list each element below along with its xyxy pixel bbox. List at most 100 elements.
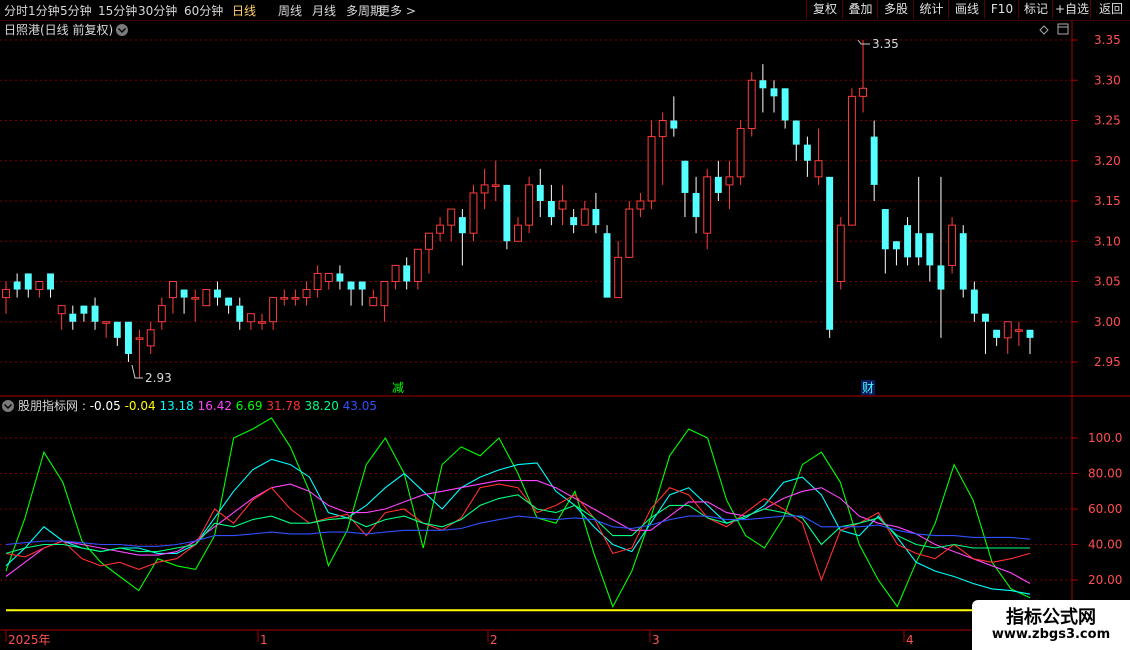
indicator-dropdown-icon[interactable] — [2, 400, 14, 412]
candle — [547, 184, 555, 226]
period-tab-6[interactable]: 日线 — [232, 2, 256, 19]
candle — [57, 305, 66, 330]
candlestick-series — [2, 40, 1034, 379]
candle — [324, 272, 333, 290]
period-tab-3[interactable]: 15分钟 — [98, 2, 137, 19]
toolbar-button-7[interactable]: +自选 — [1052, 0, 1091, 19]
candle — [870, 120, 878, 201]
indicator-series-line — [5, 458, 1031, 595]
toolbar-button-5[interactable]: F10 — [984, 0, 1019, 19]
period-tab-4[interactable]: 30分钟 — [138, 2, 177, 19]
candle — [770, 80, 778, 113]
watermark-title: 指标公式网 — [1006, 607, 1096, 628]
candle — [425, 232, 433, 274]
svg-text:减: 减 — [392, 381, 404, 395]
candle — [803, 136, 811, 177]
candle — [603, 225, 611, 298]
candle — [491, 160, 500, 201]
candle — [847, 88, 856, 226]
candle — [169, 281, 177, 314]
svg-text:3.35: 3.35 — [872, 37, 899, 51]
high-price-annotation: 3.35 — [857, 37, 899, 51]
candle — [536, 168, 544, 218]
time-axis: 2025年 1 2 3 4 — [5, 630, 914, 647]
candle — [781, 88, 789, 129]
time-axis-label: 2 — [490, 633, 498, 647]
indicator-series-line — [5, 483, 1031, 582]
candle — [403, 257, 411, 290]
candle — [592, 192, 600, 234]
indicator-tick-label: 100.0 — [1088, 431, 1122, 445]
candle — [892, 241, 900, 266]
toolbar-button-0[interactable]: 复权 — [806, 0, 843, 19]
diamond-icon[interactable] — [1039, 25, 1049, 35]
candle — [881, 209, 889, 274]
indicator-value: 13.18 — [159, 399, 197, 413]
candle — [458, 209, 466, 266]
candle — [413, 248, 422, 290]
candle — [926, 233, 934, 282]
candle — [915, 176, 923, 266]
candle — [91, 297, 99, 330]
candle — [180, 289, 188, 314]
toolbar-button-1[interactable]: 叠加 — [842, 0, 878, 19]
price-tick-label: 3.35 — [1094, 33, 1121, 47]
indicator-series-line — [5, 515, 1031, 547]
candle — [469, 184, 478, 242]
candle — [948, 217, 957, 274]
indicator-tick-label: 80.00 — [1088, 467, 1122, 481]
period-tab-10[interactable]: 更多 > — [378, 2, 416, 19]
period-tab-0[interactable]: 分时 — [4, 2, 28, 19]
candle — [725, 160, 734, 210]
period-tab-8[interactable]: 月线 — [312, 2, 336, 19]
candle — [313, 265, 322, 298]
candle — [747, 72, 756, 137]
watermark: 指标公式网 www.zbgs3.com — [972, 600, 1130, 650]
price-tick-label: 3.10 — [1094, 234, 1121, 248]
period-tab-5[interactable]: 60分钟 — [184, 2, 223, 19]
toolbar-button-8[interactable]: 返回 — [1090, 0, 1130, 19]
event-marker-right[interactable]: 财 — [861, 380, 875, 395]
toolbar-button-2[interactable]: 多股 — [877, 0, 914, 19]
period-tab-7[interactable]: 周线 — [278, 2, 302, 19]
candle — [525, 176, 534, 234]
indicator-tick-label: 20.00 — [1088, 573, 1122, 587]
price-tick-label: 3.00 — [1094, 315, 1121, 329]
candle — [570, 209, 578, 234]
candle — [814, 128, 823, 185]
title-dropdown-icon[interactable] — [116, 24, 128, 36]
candle — [636, 192, 645, 218]
period-tab-9[interactable]: 多周期 — [346, 2, 382, 19]
indicator-value: 38.20 — [305, 399, 343, 413]
chart-frames — [0, 20, 1130, 650]
candle — [358, 281, 366, 306]
candle — [13, 273, 21, 298]
event-marker-left[interactable]: 减 — [391, 380, 405, 395]
candle — [826, 176, 834, 338]
candle — [703, 168, 712, 250]
toolbar-button-3[interactable]: 统计 — [913, 0, 949, 19]
time-axis-label: 1 — [260, 633, 268, 647]
indicator-grid: 100.0 80.00 60.00 40.00 20.00 — [0, 431, 1122, 587]
toolbar-button-4[interactable]: 画线 — [948, 0, 985, 19]
stock-chart[interactable]: 3.35 3.30 3.25 3.20 3.15 3.10 3.05 3.00 2.95 100… — [0, 20, 1130, 650]
candle — [102, 321, 111, 338]
indicator-series-line — [5, 417, 1031, 608]
candle — [937, 176, 945, 338]
indicator-lines — [5, 417, 1031, 612]
candle — [191, 289, 200, 322]
toolbar-button-6[interactable]: 标记 — [1018, 0, 1053, 19]
indicator-header: 股朋指标网 : -0.05 -0.04 13.18 16.42 6.69 31.… — [18, 398, 377, 413]
candle — [970, 281, 978, 322]
period-tab-1[interactable]: 1分钟 — [28, 2, 60, 19]
candle — [836, 217, 845, 290]
period-tab-2[interactable]: 5分钟 — [60, 2, 92, 19]
candle — [258, 313, 266, 330]
candle — [647, 120, 656, 210]
indicator-value: 16.42 — [198, 399, 236, 413]
indicator-value: -0.05 — [90, 399, 125, 413]
candle — [380, 281, 389, 322]
candle — [480, 168, 489, 210]
candle — [1026, 329, 1034, 354]
window-toggle-icon[interactable] — [1057, 23, 1069, 35]
